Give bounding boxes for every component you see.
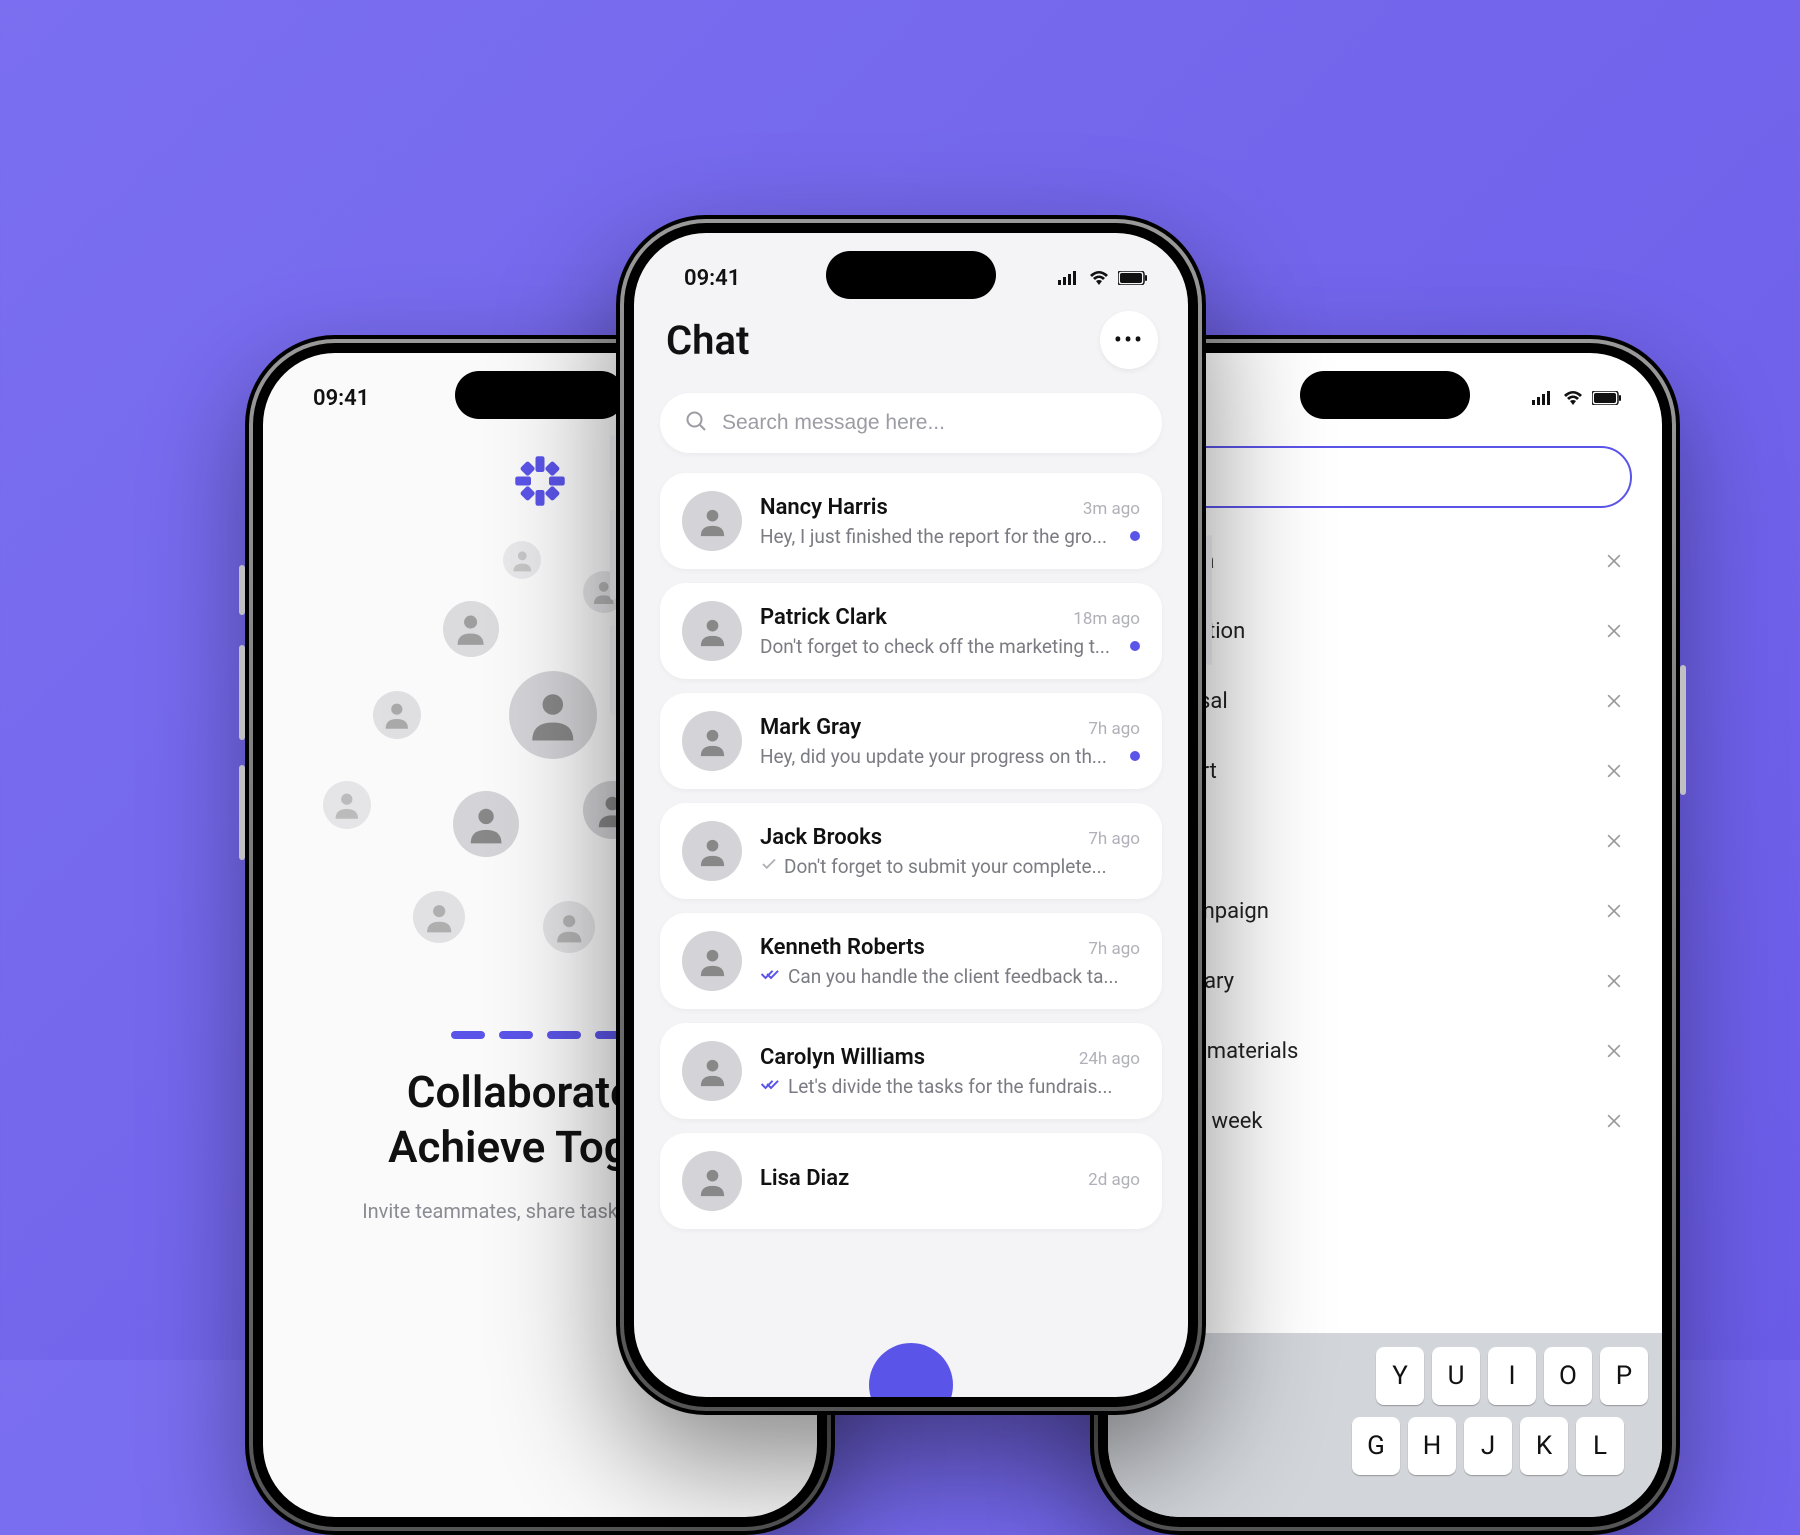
chat-item[interactable]: Carolyn Williams 24h ago Let's divide th… bbox=[660, 1023, 1162, 1119]
chat-time: 7h ago bbox=[1088, 719, 1140, 739]
remove-suggestion-button[interactable] bbox=[1600, 687, 1628, 715]
chat-item[interactable]: Jack Brooks 7h ago Don't forget to submi… bbox=[660, 803, 1162, 899]
compose-fab[interactable] bbox=[869, 1343, 953, 1397]
chat-name: Kenneth Roberts bbox=[760, 935, 925, 960]
remove-suggestion-button[interactable] bbox=[1600, 967, 1628, 995]
search-input[interactable] bbox=[1138, 446, 1632, 508]
dynamic-island bbox=[1300, 371, 1470, 419]
avatar bbox=[682, 711, 742, 771]
avatar bbox=[682, 601, 742, 661]
suggestion-item[interactable]: olan bbox=[1142, 806, 1628, 876]
keyboard-key[interactable]: P bbox=[1600, 1347, 1648, 1405]
suggestion-item[interactable]: y report bbox=[1142, 736, 1628, 806]
search-input[interactable] bbox=[722, 411, 1138, 435]
keyboard-key[interactable]: H bbox=[1408, 1417, 1456, 1475]
chat-time: 18m ago bbox=[1073, 609, 1140, 629]
avatar bbox=[509, 671, 597, 759]
chat-name: Mark Gray bbox=[760, 715, 861, 740]
chat-item[interactable]: Lisa Diaz 2d ago bbox=[660, 1133, 1162, 1229]
chat-preview: Hey, I just finished the report for the … bbox=[760, 525, 1120, 548]
signal-icon bbox=[1058, 266, 1080, 291]
avatar bbox=[443, 601, 499, 657]
suggestion-item[interactable]: agenda bbox=[1142, 526, 1628, 596]
keyboard-key[interactable]: U bbox=[1432, 1347, 1480, 1405]
more-button[interactable]: ••• bbox=[1100, 311, 1158, 369]
search-box[interactable] bbox=[660, 393, 1162, 453]
battery-icon bbox=[1118, 266, 1148, 291]
chat-list: Nancy Harris 3m ago Hey, I just finished… bbox=[634, 473, 1188, 1229]
search-icon bbox=[684, 409, 708, 437]
unread-dot bbox=[1130, 531, 1140, 541]
avatar bbox=[453, 791, 519, 857]
wifi-icon bbox=[1088, 266, 1110, 291]
unread-dot bbox=[1130, 641, 1140, 651]
keyboard-key[interactable]: G bbox=[1352, 1417, 1400, 1475]
chat-name: Lisa Diaz bbox=[760, 1166, 849, 1191]
avatar bbox=[682, 1041, 742, 1101]
suggestion-item[interactable]: aining materials bbox=[1142, 1016, 1628, 1086]
chat-preview: Don't forget to check off the marketing … bbox=[760, 635, 1120, 658]
avatar bbox=[682, 1151, 742, 1211]
keyboard-key[interactable]: Y bbox=[1376, 1347, 1424, 1405]
chat-time: 3m ago bbox=[1083, 499, 1140, 519]
phone-chat: 09:41 Chat ••• Nancy Harris 3m ago bbox=[616, 215, 1206, 1415]
unread-dot bbox=[1130, 751, 1140, 761]
chat-preview: Can you handle the client feedback ta... bbox=[760, 965, 1140, 988]
suggestion-item[interactable]: ng campaign bbox=[1142, 876, 1628, 946]
avatar bbox=[323, 781, 371, 829]
avatar bbox=[413, 891, 465, 943]
remove-suggestion-button[interactable] bbox=[1600, 757, 1628, 785]
avatar bbox=[503, 541, 541, 579]
page-title: Chat bbox=[666, 317, 749, 364]
remove-suggestion-button[interactable] bbox=[1600, 547, 1628, 575]
chat-name: Jack Brooks bbox=[760, 825, 882, 850]
remove-suggestion-button[interactable] bbox=[1600, 617, 1628, 645]
remove-suggestion-button[interactable] bbox=[1600, 1037, 1628, 1065]
suggestion-item[interactable]: proposal bbox=[1142, 666, 1628, 736]
dynamic-island bbox=[455, 371, 625, 419]
chat-name: Patrick Clark bbox=[760, 605, 887, 630]
keyboard-key[interactable]: L bbox=[1576, 1417, 1624, 1475]
avatar bbox=[682, 821, 742, 881]
chat-time: 2d ago bbox=[1088, 1170, 1140, 1190]
wifi-icon bbox=[1562, 386, 1584, 411]
app-logo-icon bbox=[510, 451, 570, 511]
avatar bbox=[682, 931, 742, 991]
keyboard-key[interactable]: I bbox=[1488, 1347, 1536, 1405]
remove-suggestion-button[interactable] bbox=[1600, 1107, 1628, 1135]
chat-name: Carolyn Williams bbox=[760, 1045, 925, 1070]
keyboard-key[interactable]: O bbox=[1544, 1347, 1592, 1405]
remove-suggestion-button[interactable] bbox=[1600, 897, 1628, 925]
chat-time: 7h ago bbox=[1088, 829, 1140, 849]
suggestion-item[interactable]: for the week bbox=[1142, 1086, 1628, 1156]
double-check-icon bbox=[760, 965, 782, 988]
suggestion-item[interactable]: summary bbox=[1142, 946, 1628, 1016]
chat-item[interactable]: Kenneth Roberts 7h ago Can you handle th… bbox=[660, 913, 1162, 1009]
keyboard-key[interactable]: J bbox=[1464, 1417, 1512, 1475]
chat-item[interactable]: Mark Gray 7h ago Hey, did you update you… bbox=[660, 693, 1162, 789]
avatar bbox=[543, 901, 595, 953]
avatar bbox=[373, 691, 421, 739]
chat-time: 24h ago bbox=[1079, 1049, 1140, 1069]
chat-name: Nancy Harris bbox=[760, 495, 888, 520]
chat-item[interactable]: Patrick Clark 18m ago Don't forget to ch… bbox=[660, 583, 1162, 679]
check-icon bbox=[760, 855, 778, 878]
status-time: 09:41 bbox=[313, 386, 369, 411]
chat-preview: Don't forget to submit your complete... bbox=[760, 855, 1140, 878]
keyboard-key[interactable]: K bbox=[1520, 1417, 1568, 1475]
double-check-icon bbox=[760, 1075, 782, 1098]
chat-preview: Let's divide the tasks for the fundrais.… bbox=[760, 1075, 1140, 1098]
remove-suggestion-button[interactable] bbox=[1600, 827, 1628, 855]
chat-preview: Hey, did you update your progress on th.… bbox=[760, 745, 1120, 768]
chat-time: 7h ago bbox=[1088, 939, 1140, 959]
status-time: 09:41 bbox=[684, 266, 740, 291]
suggestion-item[interactable]: esentation bbox=[1142, 596, 1628, 666]
avatar bbox=[682, 491, 742, 551]
battery-icon bbox=[1592, 386, 1622, 411]
chat-item[interactable]: Nancy Harris 3m ago Hey, I just finished… bbox=[660, 473, 1162, 569]
dynamic-island bbox=[826, 251, 996, 299]
signal-icon bbox=[1532, 386, 1554, 411]
